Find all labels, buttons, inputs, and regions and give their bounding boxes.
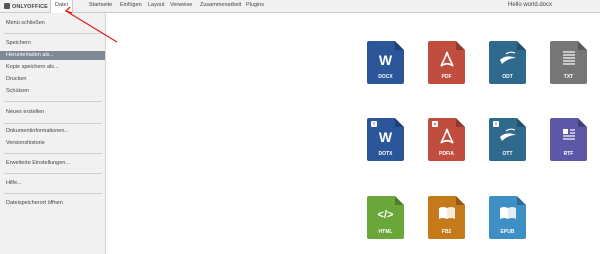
annotation-arrow bbox=[64, 6, 118, 43]
annotation-arrow-line bbox=[65, 10, 118, 43]
